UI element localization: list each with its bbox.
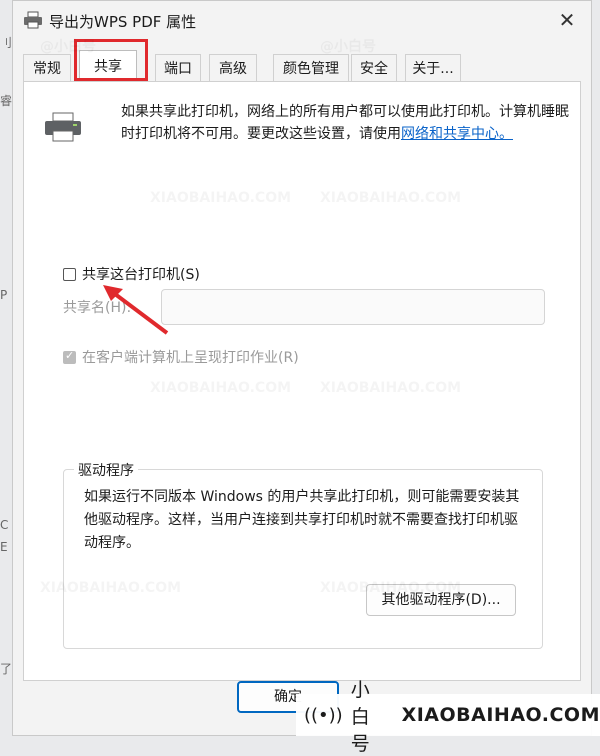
watermark: XIAOBAIHAO.COM: [320, 580, 461, 596]
render-jobs-label: 在客户端计算机上呈现打印作业(R): [82, 350, 299, 366]
background-text-fragment: 刂: [0, 36, 13, 50]
drivers-group: 驱动程序 如果运行不同版本 Windows 的用户共享此打印机，则可能需要安装其…: [63, 460, 543, 649]
network-sharing-center-link[interactable]: 网络和共享中心。: [401, 126, 513, 142]
printer-icon: [24, 11, 42, 29]
watermark: @小白号: [320, 36, 376, 56]
background-text-fragment: E: [0, 540, 8, 554]
title-bar[interactable]: 导出为WPS PDF 属性 ✕: [13, 1, 591, 41]
render-jobs-checkbox: [63, 349, 76, 364]
printer-icon: [45, 112, 81, 142]
share-printer-label: 共享这台打印机(S): [82, 267, 200, 283]
watermark: XIAOBAIHAO.COM: [320, 380, 461, 396]
signal-icon: ((•)): [304, 704, 343, 726]
background-text-fragment: 睿: [0, 94, 13, 108]
close-icon: ✕: [558, 8, 576, 32]
brand-name: 小白号: [350, 678, 372, 755]
window-title: 导出为WPS PDF 属性: [49, 13, 197, 31]
watermark: XIAOBAIHAO.COM: [40, 580, 181, 596]
sharing-info-text: 如果共享此打印机，网络上的所有用户都可以使用此打印机。计算机睡眠时打印机将不可用…: [121, 101, 571, 145]
close-button[interactable]: ✕: [553, 7, 581, 33]
tab-security[interactable]: 安全: [351, 54, 397, 82]
tab-color-management[interactable]: 颜色管理: [273, 54, 349, 82]
drivers-description: 如果运行不同版本 Windows 的用户共享此打印机，则可能需要安装其他驱动程序…: [84, 489, 520, 551]
tab-about[interactable]: 关于...: [405, 54, 461, 82]
share-printer-option[interactable]: 共享这台打印机(S): [63, 264, 200, 284]
background-text-fragment: C: [0, 518, 9, 532]
render-jobs-option: 在客户端计算机上呈现打印作业(R): [63, 347, 299, 367]
share-printer-checkbox[interactable]: [63, 267, 76, 281]
brand-footer: ((•)) 小白号 XIAOBAIHAO.COM: [296, 679, 600, 755]
background-text-fragment: 了: [0, 662, 13, 676]
share-name-field[interactable]: [161, 289, 545, 325]
tab-advanced[interactable]: 高级: [209, 54, 257, 82]
tab-ports[interactable]: 端口: [155, 54, 201, 82]
brand-domain: XIAOBAIHAO.COM: [401, 704, 600, 726]
tab-general[interactable]: 常规: [23, 54, 71, 82]
background-text-fragment: P: [0, 288, 8, 302]
drivers-group-title: 驱动程序: [74, 460, 138, 480]
red-arrow-annotation: [103, 285, 169, 335]
watermark: XIAOBAIHAO.COM: [150, 190, 291, 206]
printer-properties-dialog: 导出为WPS PDF 属性 ✕ 常规 共享 端口 高级 颜色管理 安全 关于..…: [12, 0, 592, 736]
watermark: XIAOBAIHAO.COM: [320, 190, 461, 206]
watermark: @小白号: [40, 36, 96, 56]
watermark: XIAOBAIHAO.COM: [150, 380, 291, 396]
